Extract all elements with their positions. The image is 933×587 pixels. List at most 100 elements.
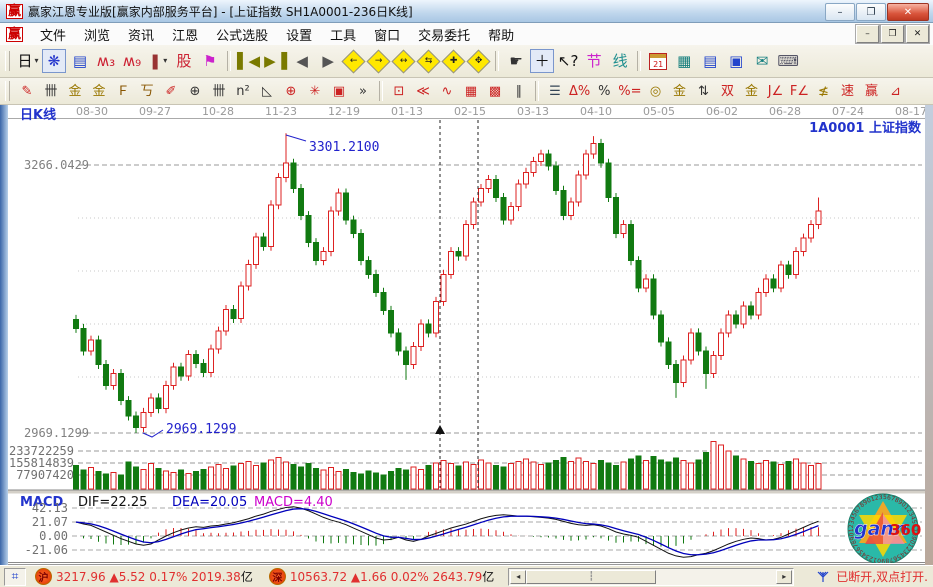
candle-body xyxy=(734,315,739,324)
stock-strategy-icon[interactable]: 股 xyxy=(172,49,196,73)
f-angle-line-icon[interactable]: F∠ xyxy=(789,81,811,102)
minute-9-icon[interactable]: ʍ₉ xyxy=(120,49,144,73)
menu-item-gann[interactable]: 江恩 xyxy=(163,23,207,46)
fib-grid-icon[interactable]: Ｆ xyxy=(112,81,134,102)
volume-bar xyxy=(629,459,634,489)
square-n2-icon[interactable]: n² xyxy=(232,81,254,102)
main-chart-svg[interactable]: 3301.2100 2969.1299 日K线 1A0001 上证指数 08-3… xyxy=(0,105,933,565)
symbol-label: 1A0001 上证指数 xyxy=(809,120,922,136)
candle-body xyxy=(651,279,656,315)
gold-grid-a-icon[interactable]: 金 xyxy=(64,81,86,102)
volume-bar xyxy=(141,469,146,489)
window-titlebar[interactable]: 赢 赢家江恩专业版[赢家内部服务平台] - [上证指数 SH1A0001-236… xyxy=(0,0,933,23)
scrollbar-thumb[interactable]: ┇ xyxy=(526,570,656,584)
updown-tool-icon[interactable]: ⇅ xyxy=(693,81,715,102)
more-tools-icon[interactable]: » xyxy=(352,81,374,102)
minimize-button[interactable]: – xyxy=(825,3,855,21)
draw-pencil-icon[interactable]: ✎ xyxy=(16,81,38,102)
menu-item-file[interactable]: 文件 xyxy=(31,23,75,46)
net-send-icon[interactable]: ✉ xyxy=(750,49,774,73)
gold-segment-icon[interactable]: 金 xyxy=(741,81,763,102)
solar-term-icon[interactable]: 节 xyxy=(582,49,606,73)
time-grid-icon[interactable]: 卌 xyxy=(208,81,230,102)
grid-tool-b-icon[interactable]: ▩ xyxy=(484,81,506,102)
chart-area[interactable]: 3301.2100 2969.1299 日K线 1A0001 上证指数 08-3… xyxy=(0,105,933,565)
menu-item-settings[interactable]: 设置 xyxy=(277,23,321,46)
menu-item-window[interactable]: 窗口 xyxy=(365,23,409,46)
calendar-icon[interactable]: 21 xyxy=(646,49,670,73)
compress-h-icon[interactable]: ⇆ xyxy=(417,49,441,73)
double-wave-icon[interactable]: 双 xyxy=(717,81,739,102)
notebook-icon[interactable]: ▤ xyxy=(698,49,722,73)
menu-item-formula-stock-pick[interactable]: 公式选股 xyxy=(207,23,277,46)
spiral-tool-icon[interactable]: 丂 xyxy=(136,81,158,102)
triangle-tool-icon[interactable]: ⊿ xyxy=(885,81,907,102)
menu-item-trade-entrust[interactable]: 交易委托 xyxy=(409,23,479,46)
toolbar-grip[interactable] xyxy=(5,81,10,101)
j-angle-line-icon[interactable]: J∠ xyxy=(765,81,787,102)
prev-bar-icon[interactable]: ◀ xyxy=(290,49,314,73)
expand-h-icon[interactable]: ↔ xyxy=(392,49,416,73)
remote-pc-icon[interactable]: ⌨ xyxy=(776,49,800,73)
zoom-reset-icon[interactable]: ✥ xyxy=(467,49,491,73)
pointer-info-icon[interactable]: ↖? xyxy=(556,49,580,73)
spider-chart-icon[interactable]: ❋ xyxy=(42,49,66,73)
menu-item-browse[interactable]: 浏览 xyxy=(75,23,119,46)
pan-hand-icon[interactable]: ☛ xyxy=(504,49,528,73)
box-grid-tool-icon[interactable]: ▣ xyxy=(328,81,350,102)
speed-line-icon[interactable]: 速 xyxy=(837,81,859,102)
chan-line-icon[interactable]: 线 xyxy=(608,49,632,73)
gann-grid-icon[interactable]: 卌 xyxy=(40,81,62,102)
horizontal-scrollbar[interactable]: ◂ ┇ ▸ xyxy=(508,568,794,586)
gold-circle-icon[interactable]: ◎ xyxy=(645,81,667,102)
zoom-all-icon[interactable]: ✚ xyxy=(442,49,466,73)
menu-item-news[interactable]: 资讯 xyxy=(119,23,163,46)
candle-body xyxy=(201,364,206,373)
minute-3-icon[interactable]: ʍ₃ xyxy=(94,49,118,73)
scroll-right-arrow[interactable]: ▸ xyxy=(776,570,792,584)
last-bar-icon[interactable]: ▶▐ xyxy=(263,49,288,73)
toolbar-grip[interactable] xyxy=(5,51,10,71)
close-button[interactable]: ✕ xyxy=(887,3,929,21)
period-day-icon[interactable]: 日▾ xyxy=(16,49,40,73)
first-bar-icon[interactable]: ▌◀ xyxy=(236,49,261,73)
scroll-left-arrow[interactable]: ◂ xyxy=(510,570,526,584)
grid-tool-a-icon[interactable]: ▦ xyxy=(460,81,482,102)
mdi-minimize-button[interactable]: – xyxy=(856,25,879,43)
connection-status[interactable]: 已断开,双点打开. xyxy=(836,568,928,585)
shift-right-icon[interactable]: → xyxy=(367,49,391,73)
percent-levels-icon[interactable]: %= xyxy=(617,81,642,102)
gold-angle-line-icon[interactable]: ≰ xyxy=(813,81,835,102)
gold-grid-b-icon[interactable]: 金 xyxy=(88,81,110,102)
percent-triangle-icon[interactable]: Δ% xyxy=(568,81,591,102)
shift-left-icon[interactable]: ← xyxy=(342,49,366,73)
percent-tool-icon[interactable]: % xyxy=(593,81,615,102)
wave-tool-icon[interactable]: ∿ xyxy=(436,81,458,102)
rect-frame-icon[interactable]: ⊡ xyxy=(388,81,410,102)
memo-icon[interactable]: ▤ xyxy=(68,49,92,73)
angle-tool-icon[interactable]: ◺ xyxy=(256,81,278,102)
calculator-icon[interactable]: ▦ xyxy=(672,49,696,73)
win-angle-line-icon[interactable]: 赢 xyxy=(861,81,883,102)
parallel-lines-icon[interactable]: ∥ xyxy=(508,81,530,102)
draw-pencil-2-icon[interactable]: ✐ xyxy=(160,81,182,102)
crosshair-icon[interactable]: ＋ xyxy=(530,49,554,73)
fan-lines-icon[interactable]: ≪ xyxy=(412,81,434,102)
mdi-close-button[interactable]: ✕ xyxy=(906,25,929,43)
gold-levels-icon[interactable]: 金 xyxy=(669,81,691,102)
mdi-restore-button[interactable]: ❐ xyxy=(881,25,904,43)
keyboard-icon[interactable]: ⌗ xyxy=(4,568,26,586)
menu-item-tools[interactable]: 工具 xyxy=(321,23,365,46)
bars-tool-icon[interactable]: ☰ xyxy=(544,81,566,102)
candle-style-icon[interactable]: ❚▾ xyxy=(146,49,170,73)
star-tool-icon[interactable]: ✳ xyxy=(304,81,326,102)
antenna-icon[interactable] xyxy=(816,569,830,584)
menu-item-help[interactable]: 帮助 xyxy=(479,23,523,46)
next-bar-icon[interactable]: ▶ xyxy=(316,49,340,73)
gann-circle-icon[interactable]: ⊕ xyxy=(184,81,206,102)
maximize-button[interactable]: ❐ xyxy=(856,3,886,21)
compass-tool-icon[interactable]: ⊕ xyxy=(280,81,302,102)
volume-bar xyxy=(374,473,379,489)
flag-marker-icon[interactable]: ⚑ xyxy=(198,49,222,73)
save-icon[interactable]: ▣ xyxy=(724,49,748,73)
